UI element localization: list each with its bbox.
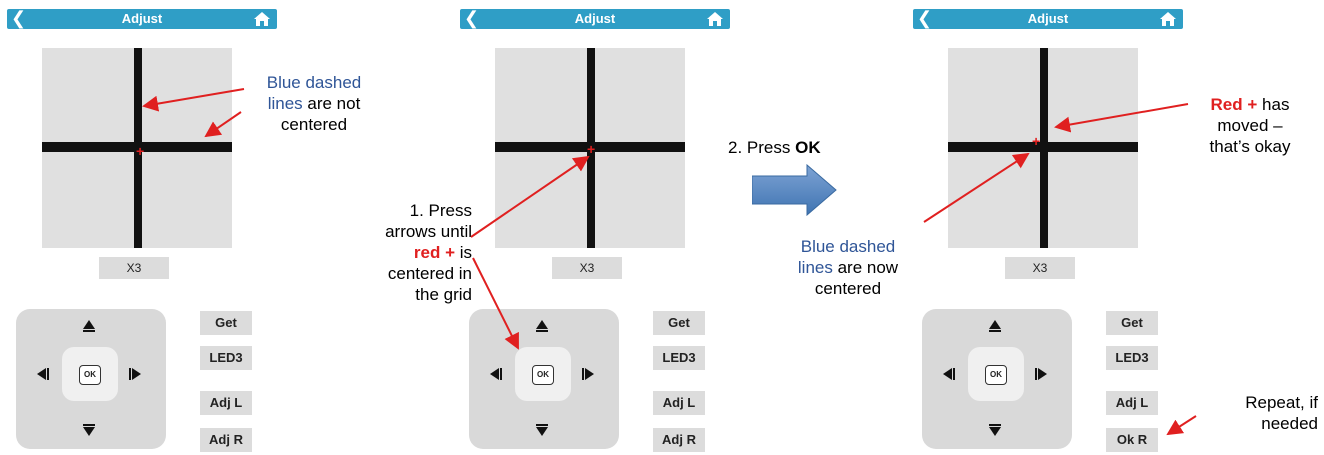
arrow-left-icon[interactable] — [489, 367, 503, 381]
home-icon[interactable] — [253, 11, 271, 27]
header-bar: ❮ Adjust — [7, 8, 277, 29]
screen-title: Adjust — [1027, 11, 1069, 26]
led3-button[interactable]: LED3 — [200, 346, 252, 370]
annotation-step-1: 1. Press arrows until red + is centered … — [385, 201, 472, 304]
zoom-button[interactable]: X3 — [1005, 257, 1075, 279]
alignment-grid: + — [948, 48, 1138, 248]
arrow-down-icon[interactable] — [82, 423, 96, 437]
adj-l-button[interactable]: Adj L — [200, 391, 252, 415]
annotation-now-centered: Blue dashed lines are now centered — [797, 237, 899, 298]
red-plus-marker: + — [587, 141, 596, 157]
phone-screen-2: ❮ Adjust + X3 OK Get LED3 Adj L Adj R — [460, 0, 730, 455]
adj-l-button[interactable]: Adj L — [1106, 391, 1158, 415]
arrow-down-icon[interactable] — [988, 423, 1002, 437]
ok-button[interactable]: OK — [985, 365, 1007, 385]
ok-r-button[interactable]: Ok R — [1106, 428, 1158, 452]
red-plus-marker: + — [1032, 133, 1041, 149]
horizontal-line — [948, 142, 1138, 152]
next-step-arrow — [752, 164, 837, 216]
get-button[interactable]: Get — [1106, 311, 1158, 335]
alignment-grid: + — [495, 48, 685, 248]
header-bar: ❮ Adjust — [913, 8, 1183, 29]
arrow-right-icon[interactable] — [1034, 367, 1048, 381]
header-bar: ❮ Adjust — [460, 8, 730, 29]
alignment-grid: + — [42, 48, 232, 248]
red-plus-marker: + — [136, 143, 145, 159]
led3-button[interactable]: LED3 — [653, 346, 705, 370]
arrow-up-icon[interactable] — [82, 319, 96, 333]
get-button[interactable]: Get — [653, 311, 705, 335]
screen-title: Adjust — [574, 11, 616, 26]
annotation-red-moved: Red + has moved – that’s okay — [1209, 95, 1291, 156]
dpad: OK — [922, 309, 1072, 449]
adj-r-button[interactable]: Adj R — [653, 428, 705, 452]
adj-r-button[interactable]: Adj R — [200, 428, 252, 452]
adj-l-button[interactable]: Adj L — [653, 391, 705, 415]
arrow-left-icon[interactable] — [942, 367, 956, 381]
annotation-repeat: Repeat, if needed — [1245, 393, 1318, 433]
annotation-not-centered: Blue dashed lines are not centered — [266, 73, 362, 134]
zoom-button[interactable]: X3 — [99, 257, 169, 279]
screen-title: Adjust — [121, 11, 163, 26]
ok-button[interactable]: OK — [79, 365, 101, 385]
phone-screen-1: ❮ Adjust + X3 OK Get LED3 Adj L Adj R — [7, 0, 277, 455]
dpad: OK — [16, 309, 166, 449]
zoom-button[interactable]: X3 — [552, 257, 622, 279]
home-icon[interactable] — [706, 11, 724, 27]
arrow-down-icon[interactable] — [535, 423, 549, 437]
led3-button[interactable]: LED3 — [1106, 346, 1158, 370]
dpad: OK — [469, 309, 619, 449]
get-button[interactable]: Get — [200, 311, 252, 335]
home-icon[interactable] — [1159, 11, 1177, 27]
phone-screen-3: ❮ Adjust + X3 OK Get LED3 Adj L Ok R — [913, 0, 1183, 455]
arrow-up-icon[interactable] — [535, 319, 549, 333]
annotation-step-2: 2. Press OK — [728, 138, 821, 157]
arrow-left-icon[interactable] — [36, 367, 50, 381]
arrow-up-icon[interactable] — [988, 319, 1002, 333]
arrow-right-icon[interactable] — [128, 367, 142, 381]
ok-button[interactable]: OK — [532, 365, 554, 385]
arrow-right-icon[interactable] — [581, 367, 595, 381]
